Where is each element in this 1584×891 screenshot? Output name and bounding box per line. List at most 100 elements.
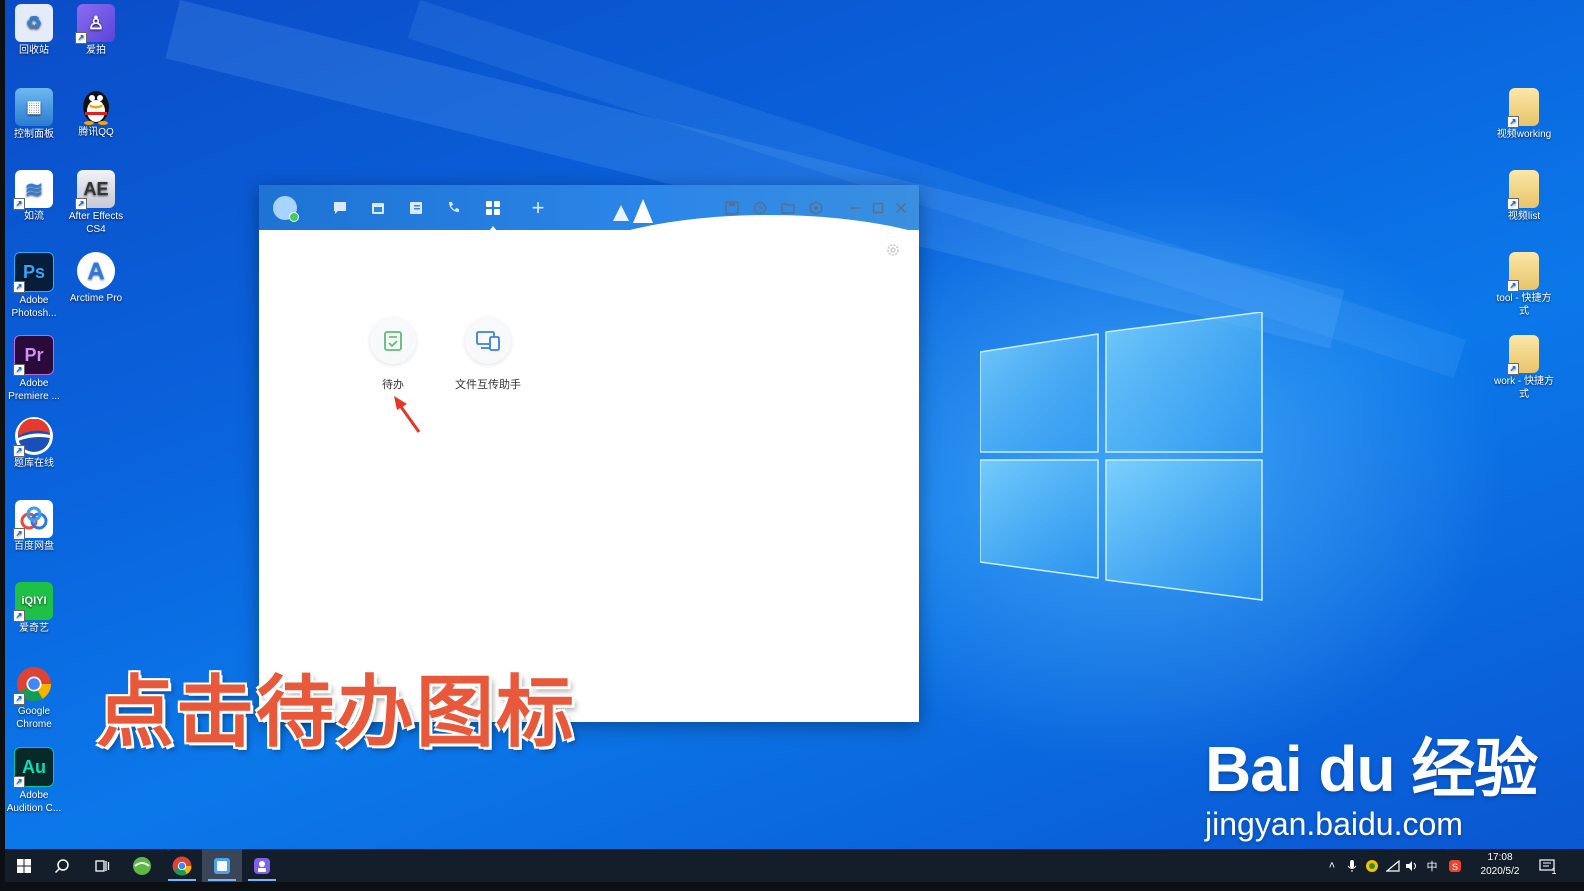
settings-hex-icon[interactable] bbox=[805, 197, 827, 219]
document-icon[interactable] bbox=[405, 197, 427, 219]
desktop-icon-tiku[interactable]: ↗ 题库在线 bbox=[2, 417, 66, 470]
tile-label: 待办 bbox=[382, 379, 404, 391]
add-icon[interactable]: + bbox=[527, 195, 549, 220]
taskbar: ˄ 中 S 17:08 2020/5/2 1 bbox=[0, 849, 1584, 882]
control-panel-icon: ▦ bbox=[15, 88, 53, 126]
tile-todo[interactable]: 待办 bbox=[348, 318, 438, 392]
screen-border bbox=[0, 882, 1584, 891]
close-button[interactable] bbox=[891, 198, 911, 218]
desktop-icon-qq[interactable]: 腾讯QQ bbox=[64, 86, 128, 139]
screen-border bbox=[0, 0, 5, 891]
desktop-icon-premiere[interactable]: Pr ↗ Adobe Premiere ... bbox=[2, 335, 66, 403]
icon-label: 题库在线 bbox=[14, 458, 54, 469]
tray-app-icon[interactable] bbox=[1364, 849, 1380, 882]
icon-label: Adobe Audition C... bbox=[6, 790, 62, 814]
icon-label: Adobe Premiere ... bbox=[8, 378, 60, 402]
desktop-icon-work-shortcut[interactable]: ↗ work - 快捷方式 bbox=[1492, 335, 1556, 401]
save-icon[interactable] bbox=[721, 197, 743, 219]
icon-label: 视频working bbox=[1496, 129, 1552, 140]
tree-decoration bbox=[613, 199, 653, 223]
folder-shortcut-icon: ↗ bbox=[1507, 335, 1539, 375]
svg-text:S: S bbox=[1452, 862, 1458, 872]
taskbar-todo-app[interactable] bbox=[202, 849, 242, 882]
baidu-jingyan-logo: Bai du 经验 bbox=[1205, 733, 1538, 805]
desktop-icon-control-panel[interactable]: ▦ 控制面板 bbox=[2, 88, 66, 141]
desktop-icon-video-working[interactable]: ↗ 视频working bbox=[1492, 88, 1556, 141]
desktop-icon-iqiyi[interactable]: iQIYI ↗ 爱奇艺 bbox=[2, 582, 66, 635]
aipai-icon: ♙ ↗ bbox=[75, 4, 115, 44]
desktop-icon-audition[interactable]: Au ↗ Adobe Audition C... bbox=[2, 747, 66, 815]
sogou-ime-icon[interactable]: S bbox=[1446, 849, 1464, 882]
tray-expand-icon[interactable]: ˄ bbox=[1324, 849, 1340, 882]
desktop-icon-ruliu[interactable]: ≋ ↗ 如流 bbox=[2, 170, 66, 223]
taskbar-aipai[interactable] bbox=[242, 849, 282, 882]
search-icon[interactable] bbox=[42, 849, 82, 882]
desktop-icon-photoshop[interactable]: Ps ↗ Adobe Photosh... bbox=[2, 252, 66, 320]
calendar-icon[interactable] bbox=[367, 197, 389, 219]
desktop-icon-arctime[interactable]: A Arctime Pro bbox=[64, 252, 128, 305]
desktop-icon-recycle-bin[interactable]: ♻ 回收站 bbox=[2, 4, 66, 57]
notification-count: 1 bbox=[1551, 865, 1557, 876]
network-icon[interactable] bbox=[1384, 849, 1402, 882]
tile-file-transfer[interactable]: 文件互传助手 bbox=[443, 318, 533, 392]
tutorial-caption: 点击待办图标 bbox=[96, 668, 577, 756]
audition-icon: Au ↗ bbox=[13, 747, 54, 788]
desktop-icon-tool-shortcut[interactable]: ↗ tool - 快捷方式 bbox=[1492, 252, 1556, 318]
icon-label: 回收站 bbox=[19, 45, 49, 56]
icon-label: work - 快捷方式 bbox=[1494, 376, 1554, 400]
desktop-icon-aipai[interactable]: ♙ ↗ 爱拍 bbox=[64, 4, 128, 57]
ime-indicator[interactable]: 中 bbox=[1424, 849, 1440, 882]
chrome-icon: ↗ bbox=[13, 665, 53, 705]
icon-label: Arctime Pro bbox=[69, 293, 123, 304]
icon-label: 控制面板 bbox=[14, 129, 54, 140]
arctime-icon: A bbox=[77, 252, 115, 290]
folder-shortcut-icon: ↗ bbox=[1507, 88, 1539, 128]
windows-logo bbox=[980, 312, 1263, 601]
system-clock[interactable]: 17:08 2020/5/2 bbox=[1470, 849, 1530, 882]
icon-label: 百度网盘 bbox=[14, 541, 54, 552]
user-avatar[interactable] bbox=[273, 196, 299, 222]
after-effects-icon: AE ↗ bbox=[75, 170, 115, 210]
desktop-icon-baidu-netdisk[interactable]: ↗ 百度网盘 bbox=[2, 500, 66, 553]
history-icon[interactable] bbox=[749, 197, 771, 219]
photoshop-icon: Ps ↗ bbox=[13, 252, 54, 293]
icon-label: Google Chrome bbox=[16, 706, 52, 730]
icon-label: Adobe Photosh... bbox=[11, 295, 57, 319]
icon-label: 爱奇艺 bbox=[19, 623, 49, 634]
ruliu-icon: ≋ ↗ bbox=[13, 170, 53, 210]
notification-center-icon[interactable]: 1 bbox=[1536, 849, 1560, 882]
todo-icon bbox=[370, 318, 416, 364]
baidu-netdisk-icon: ↗ bbox=[13, 500, 53, 540]
app-window: + 待办 文件互传助手 bbox=[259, 185, 919, 722]
desktop-icon-after-effects[interactable]: AE ↗ After Effects CS4 bbox=[64, 170, 128, 236]
volume-icon[interactable] bbox=[1404, 849, 1420, 882]
task-view-icon[interactable] bbox=[82, 849, 122, 882]
titlebar: + bbox=[259, 185, 919, 230]
start-button[interactable] bbox=[4, 849, 44, 882]
icon-label: 如流 bbox=[24, 211, 44, 222]
premiere-icon: Pr ↗ bbox=[13, 335, 54, 376]
iqiyi-icon: iQIYI ↗ bbox=[13, 582, 53, 622]
phone-icon[interactable] bbox=[443, 197, 465, 219]
desktop-icon-video-list[interactable]: ↗ 视频list bbox=[1492, 170, 1556, 223]
folder-shortcut-icon: ↗ bbox=[1507, 170, 1539, 210]
minimize-button[interactable] bbox=[845, 198, 865, 218]
maximize-button[interactable] bbox=[868, 198, 888, 218]
gear-icon[interactable] bbox=[885, 242, 901, 258]
app-content: 待办 文件互传助手 bbox=[259, 230, 919, 722]
apps-grid-icon[interactable] bbox=[482, 197, 504, 230]
tiku-icon: ↗ bbox=[13, 417, 53, 457]
folder-icon[interactable] bbox=[777, 197, 799, 219]
baidu-jingyan-url: jingyan.baidu.com bbox=[1205, 806, 1463, 842]
taskbar-browser-green[interactable] bbox=[122, 849, 162, 882]
taskbar-chrome[interactable] bbox=[162, 849, 202, 882]
icon-label: tool - 快捷方式 bbox=[1496, 293, 1552, 317]
desktop-icon-chrome[interactable]: ↗ Google Chrome bbox=[2, 665, 66, 731]
icon-label: 腾讯QQ bbox=[78, 127, 114, 138]
chat-icon[interactable] bbox=[329, 197, 351, 219]
icon-label: 爱拍 bbox=[86, 45, 106, 56]
microphone-icon[interactable] bbox=[1344, 849, 1360, 882]
folder-shortcut-icon: ↗ bbox=[1507, 252, 1539, 292]
icon-label: After Effects CS4 bbox=[68, 211, 124, 235]
tile-label: 文件互传助手 bbox=[455, 379, 521, 391]
